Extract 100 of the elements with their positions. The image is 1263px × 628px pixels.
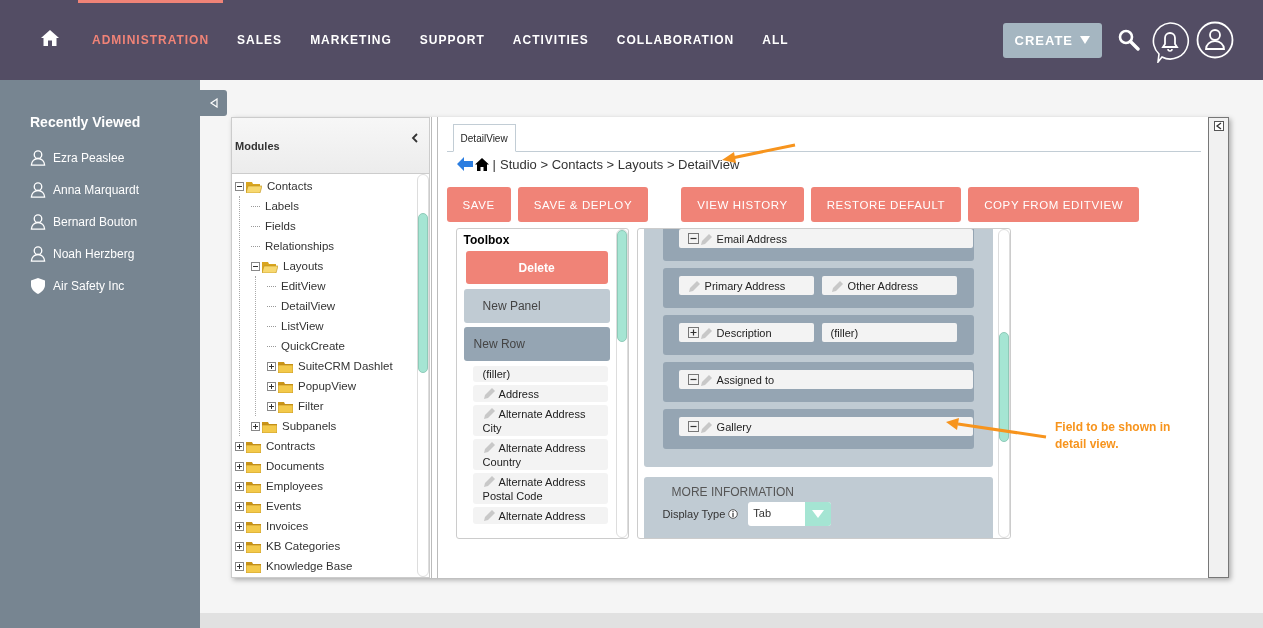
folder-icon: [278, 359, 293, 373]
breadcrumb: Studio > Contacts > Layouts > DetailView: [499, 156, 740, 172]
tree-item[interactable]: ListView: [281, 320, 324, 332]
scrollbar[interactable]: [615, 229, 628, 538]
recent-item[interactable]: Noah Herzberg: [30, 238, 200, 270]
notifications-bell-icon[interactable]: [1150, 21, 1190, 63]
search-icon[interactable]: [1118, 29, 1140, 51]
expand-toggle-icon[interactable]: [267, 381, 276, 391]
new-row-item[interactable]: New Row: [463, 327, 610, 361]
recent-item[interactable]: Ezra Peaslee: [30, 142, 200, 174]
expand-toggle-icon[interactable]: [235, 541, 244, 551]
field-item[interactable]: Alternate Address: [472, 507, 608, 524]
layout-field[interactable]: Assigned to: [678, 370, 973, 389]
recent-item[interactable]: Air Safety Inc: [30, 270, 200, 302]
layout-field[interactable]: Description: [678, 323, 814, 342]
folder-icon: [262, 419, 277, 433]
field-item[interactable]: (filler): [472, 366, 608, 382]
expand-toggle-icon[interactable]: [251, 421, 260, 431]
collapse-panel-icon[interactable]: [1213, 121, 1224, 131]
expand-icon[interactable]: [687, 327, 699, 338]
tab[interactable]: DetailView: [452, 124, 516, 152]
home-icon[interactable]: [474, 157, 489, 171]
splitter-handle[interactable]: [430, 117, 438, 578]
folder-icon: [278, 379, 293, 393]
scrollbar[interactable]: [998, 229, 1011, 538]
nav-tab[interactable]: SALES: [223, 0, 297, 80]
field-item[interactable]: Address: [472, 385, 608, 402]
nav-tab[interactable]: COLLABORATION: [602, 0, 749, 80]
field-item[interactable]: Alternate Address Postal Code: [472, 473, 608, 504]
field-item[interactable]: Alternate Address City: [472, 405, 608, 436]
nav-tab[interactable]: MARKETING: [296, 0, 406, 80]
layout-field[interactable]: Gallery: [678, 417, 973, 436]
tree-item[interactable]: Subpanels: [282, 420, 337, 432]
panel-title: MORE INFORMATION: [670, 485, 795, 499]
expand-toggle-icon[interactable]: [235, 441, 244, 451]
new-panel-item[interactable]: New Panel: [463, 289, 610, 323]
layout-row[interactable]: Email Address: [662, 229, 975, 261]
layout-field[interactable]: Primary Address: [678, 276, 814, 295]
tree-item[interactable]: DetailView: [281, 300, 336, 312]
nav-tab[interactable]: ACTIVITIES: [498, 0, 603, 80]
home-icon[interactable]: [41, 30, 59, 46]
collapse-panel-icon[interactable]: [410, 133, 419, 143]
tree-item[interactable]: Fields: [265, 220, 296, 232]
expand-toggle-icon[interactable]: [235, 521, 244, 531]
layout-field[interactable]: (filler): [821, 323, 957, 342]
collapse-sidebar-button[interactable]: [200, 90, 227, 116]
nav-tab[interactable]: SUPPORT: [405, 0, 499, 80]
tree-item[interactable]: Documents: [266, 460, 325, 472]
triangle-left-icon: [208, 98, 219, 108]
layout-row[interactable]: Primary Address Other Address: [662, 268, 975, 308]
tree-item[interactable]: QuickCreate: [281, 340, 345, 352]
recent-item[interactable]: Anna Marquardt: [30, 174, 200, 206]
collapse-toggle-icon[interactable]: [251, 261, 260, 271]
sidebar-title: Recently Viewed: [30, 114, 142, 130]
tree-item[interactable]: Layouts: [283, 260, 324, 272]
expand-toggle-icon[interactable]: [235, 501, 244, 511]
layout-field[interactable]: Email Address: [678, 229, 973, 248]
back-arrow-icon[interactable]: [456, 157, 473, 171]
nav-tab[interactable]: ALL: [748, 0, 803, 80]
folder-icon: [246, 439, 261, 453]
tree-item[interactable]: EditView: [281, 280, 326, 292]
collapse-icon[interactable]: [687, 233, 699, 244]
expand-toggle-icon[interactable]: [267, 401, 276, 411]
tree-item[interactable]: Relationships: [265, 240, 335, 252]
tree-item[interactable]: Labels: [265, 200, 299, 212]
person-icon: [30, 150, 46, 166]
layout-row[interactable]: Description (filler): [662, 315, 975, 355]
collapse-icon[interactable]: [687, 421, 699, 432]
tree-item[interactable]: PopupView: [298, 380, 356, 392]
expand-toggle-icon[interactable]: [235, 481, 244, 491]
folder-icon: [278, 399, 293, 413]
folder-icon: [246, 559, 261, 573]
open-folder-icon: [262, 259, 278, 273]
layout-row[interactable]: Assigned to: [662, 362, 975, 402]
tree-item[interactable]: Employees: [266, 480, 323, 492]
tree-item[interactable]: Filter: [298, 400, 324, 412]
display-type-select[interactable]: Tab: [748, 502, 832, 526]
collapse-toggle-icon[interactable]: [235, 181, 244, 191]
layout-field[interactable]: Other Address: [821, 276, 957, 295]
tree-item[interactable]: Events: [266, 500, 302, 512]
tree-item[interactable]: SuiteCRM Dashlet: [298, 360, 393, 372]
folder-icon: [246, 519, 261, 533]
info-icon: [728, 509, 739, 519]
tree-item[interactable]: Knowledge Base: [266, 560, 353, 572]
expand-toggle-icon[interactable]: [235, 561, 244, 571]
expand-toggle-icon[interactable]: [235, 461, 244, 471]
field-item[interactable]: Alternate Address Country: [472, 439, 608, 470]
tree-item[interactable]: Contracts: [266, 440, 316, 452]
tree-item[interactable]: Contacts: [267, 180, 313, 192]
shield-icon: [30, 278, 46, 294]
recent-item[interactable]: Bernard Bouton: [30, 206, 200, 238]
scrollbar[interactable]: [416, 174, 429, 577]
tree-item[interactable]: KB Categories: [266, 540, 341, 552]
tree-item[interactable]: Invoices: [266, 520, 309, 532]
person-icon: [30, 214, 46, 230]
collapse-icon[interactable]: [687, 374, 699, 385]
layout-row[interactable]: Gallery: [662, 409, 975, 449]
user-profile-icon[interactable]: [1196, 21, 1234, 59]
expand-toggle-icon[interactable]: [267, 361, 276, 371]
folder-icon: [246, 539, 261, 553]
